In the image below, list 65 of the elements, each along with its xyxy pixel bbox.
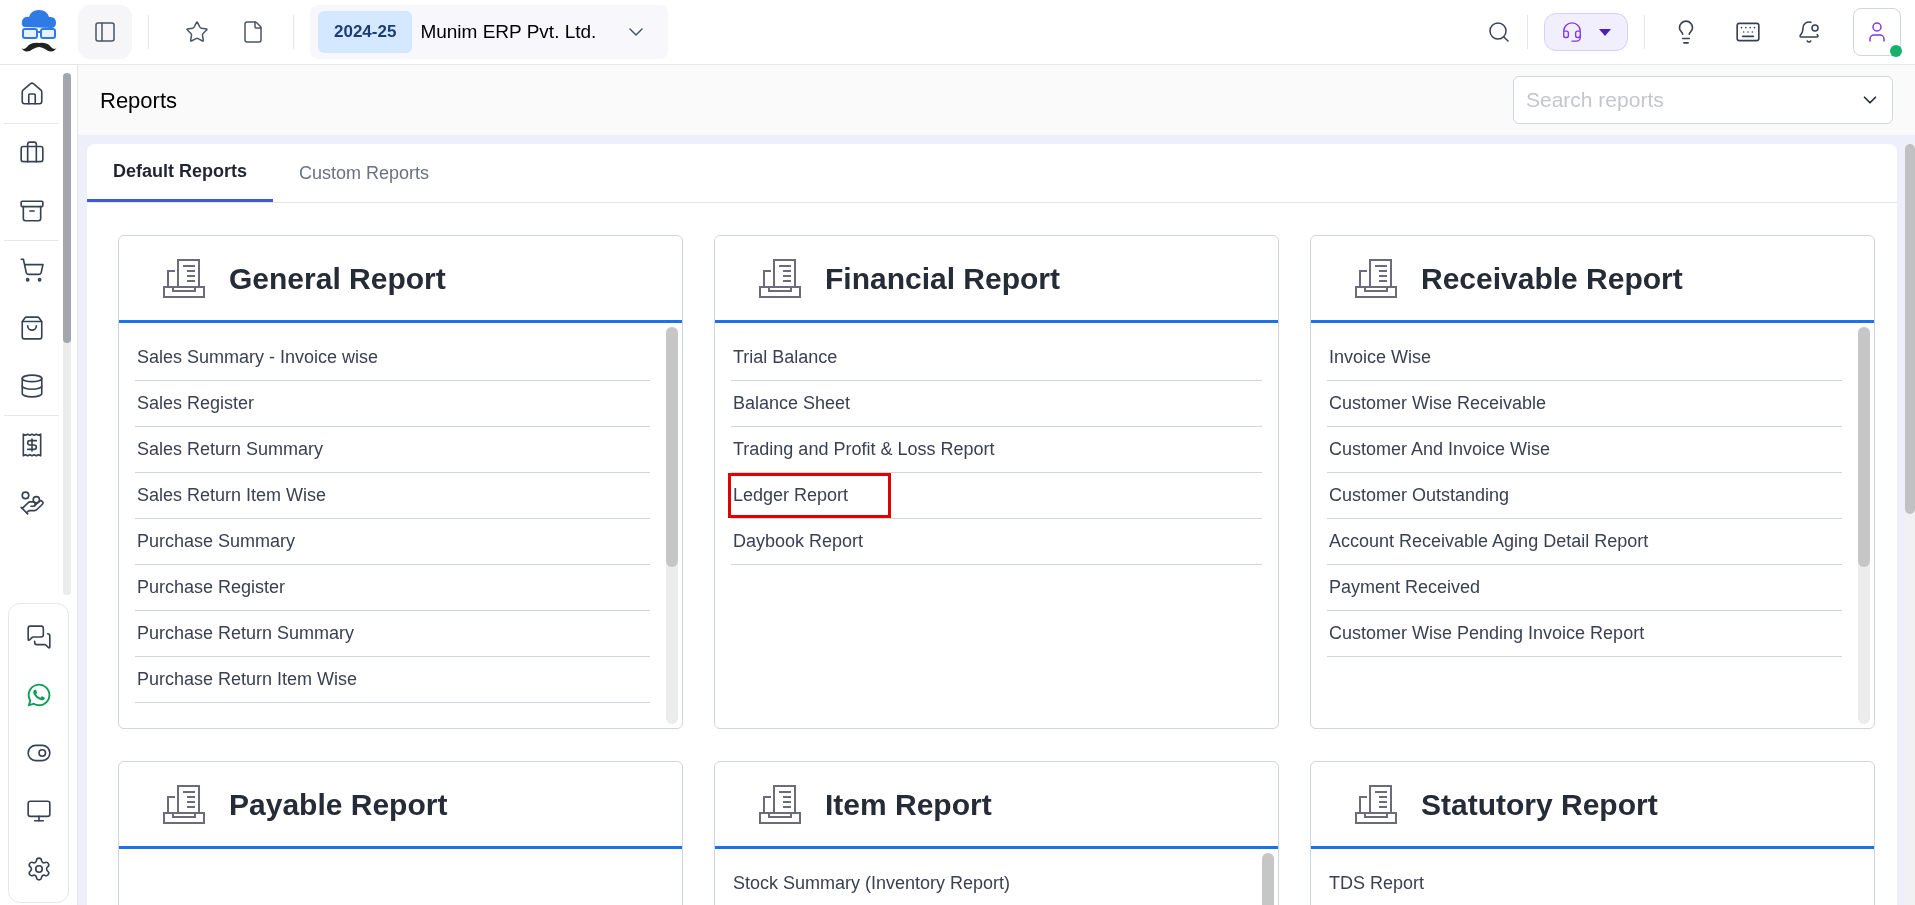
report-link[interactable]: Daybook Report — [731, 522, 866, 561]
report-link[interactable]: Trial Balance — [731, 338, 840, 377]
card-title: Statutory Report — [1421, 786, 1658, 823]
chat-icon[interactable] — [25, 624, 52, 650]
report-link[interactable]: TDS Report — [1327, 864, 1427, 903]
report-link[interactable]: Ledger Report — [731, 476, 889, 515]
report-link[interactable]: Customer Outstanding — [1327, 476, 1512, 515]
monitor-icon[interactable] — [25, 798, 52, 824]
scrollbar[interactable] — [666, 327, 678, 724]
report-link[interactable]: Account Receivable Aging Detail Report — [1327, 522, 1651, 561]
report-link[interactable]: Invoice Wise — [1327, 338, 1434, 377]
report-link[interactable]: Customer Wise Pending Invoice Report — [1327, 614, 1647, 653]
tab[interactable]: Custom Reports — [273, 144, 456, 202]
database-icon[interactable] — [18, 373, 45, 399]
report-link[interactable]: Balance Sheet — [731, 384, 853, 423]
scrollbar[interactable] — [1858, 327, 1870, 724]
search-icon[interactable] — [1487, 20, 1511, 44]
file-icon[interactable] — [241, 20, 265, 44]
report-link[interactable]: Sales Summary - Invoice wise — [135, 338, 381, 377]
report-tray-icon — [759, 257, 801, 299]
report-link[interactable]: Purchase Return Summary — [135, 614, 357, 653]
report-link[interactable]: Sales Register — [135, 384, 257, 423]
shopping-bag-icon[interactable] — [18, 315, 45, 341]
headset-icon — [1561, 21, 1583, 43]
report-link[interactable]: Sales Return Item Wise — [135, 476, 329, 515]
report-link[interactable]: Payment Received — [1327, 568, 1483, 607]
report-tray-icon — [1355, 783, 1397, 825]
bell-icon[interactable] — [1797, 20, 1821, 44]
card-title: Item Report — [825, 786, 992, 823]
fiscal-year-badge: 2024-25 — [318, 11, 413, 53]
home-icon[interactable] — [18, 81, 45, 107]
whatsapp-icon[interactable] — [25, 682, 52, 708]
sidebar-toggle-button[interactable] — [78, 5, 132, 59]
search-field[interactable]: Search reports — [1513, 76, 1893, 124]
archive-icon[interactable] — [18, 198, 45, 224]
report-tray-icon — [1355, 257, 1397, 299]
settings-icon[interactable] — [25, 856, 52, 882]
sidebar-toggle-icon — [93, 20, 117, 44]
profile-button[interactable] — [1853, 8, 1901, 56]
tab[interactable]: Default Reports — [87, 144, 273, 202]
star-icon[interactable] — [185, 20, 209, 44]
cart-icon[interactable] — [18, 257, 45, 283]
card-title: Receivable Report — [1421, 260, 1683, 297]
report-link[interactable]: Customer Wise Receivable — [1327, 384, 1549, 423]
report-link[interactable]: Purchase Summary — [135, 522, 298, 561]
report-link[interactable]: Sales Return Summary — [135, 430, 326, 469]
report-link[interactable]: Trading and Profit & Loss Report — [731, 430, 997, 469]
report-tray-icon — [163, 257, 205, 299]
card-title: Financial Report — [825, 260, 1061, 297]
company-selector[interactable]: 2024-25 Munim ERP Pvt. Ltd. — [310, 5, 669, 59]
card-title: Payable Report — [229, 786, 448, 823]
report-tray-icon — [163, 783, 205, 825]
report-tray-icon — [759, 783, 801, 825]
report-link[interactable]: Customer And Invoice Wise — [1327, 430, 1553, 469]
sidebar-scrollbar[interactable] — [63, 73, 71, 595]
report-link[interactable]: Stock Summary (Inventory Report) — [731, 864, 1013, 903]
report-link[interactable]: Purchase Register — [135, 568, 288, 607]
report-link[interactable]: Purchase Return Item Wise — [135, 660, 360, 699]
card-title: General Report — [229, 260, 446, 297]
company-name: Munim ERP Pvt. Ltd. — [420, 19, 597, 44]
caret-icon — [1599, 28, 1611, 36]
hand-coins-icon[interactable] — [18, 490, 45, 516]
page-scrollbar[interactable] — [1905, 144, 1915, 905]
support-button[interactable] — [1544, 13, 1628, 51]
page-title: Reports — [100, 86, 178, 115]
